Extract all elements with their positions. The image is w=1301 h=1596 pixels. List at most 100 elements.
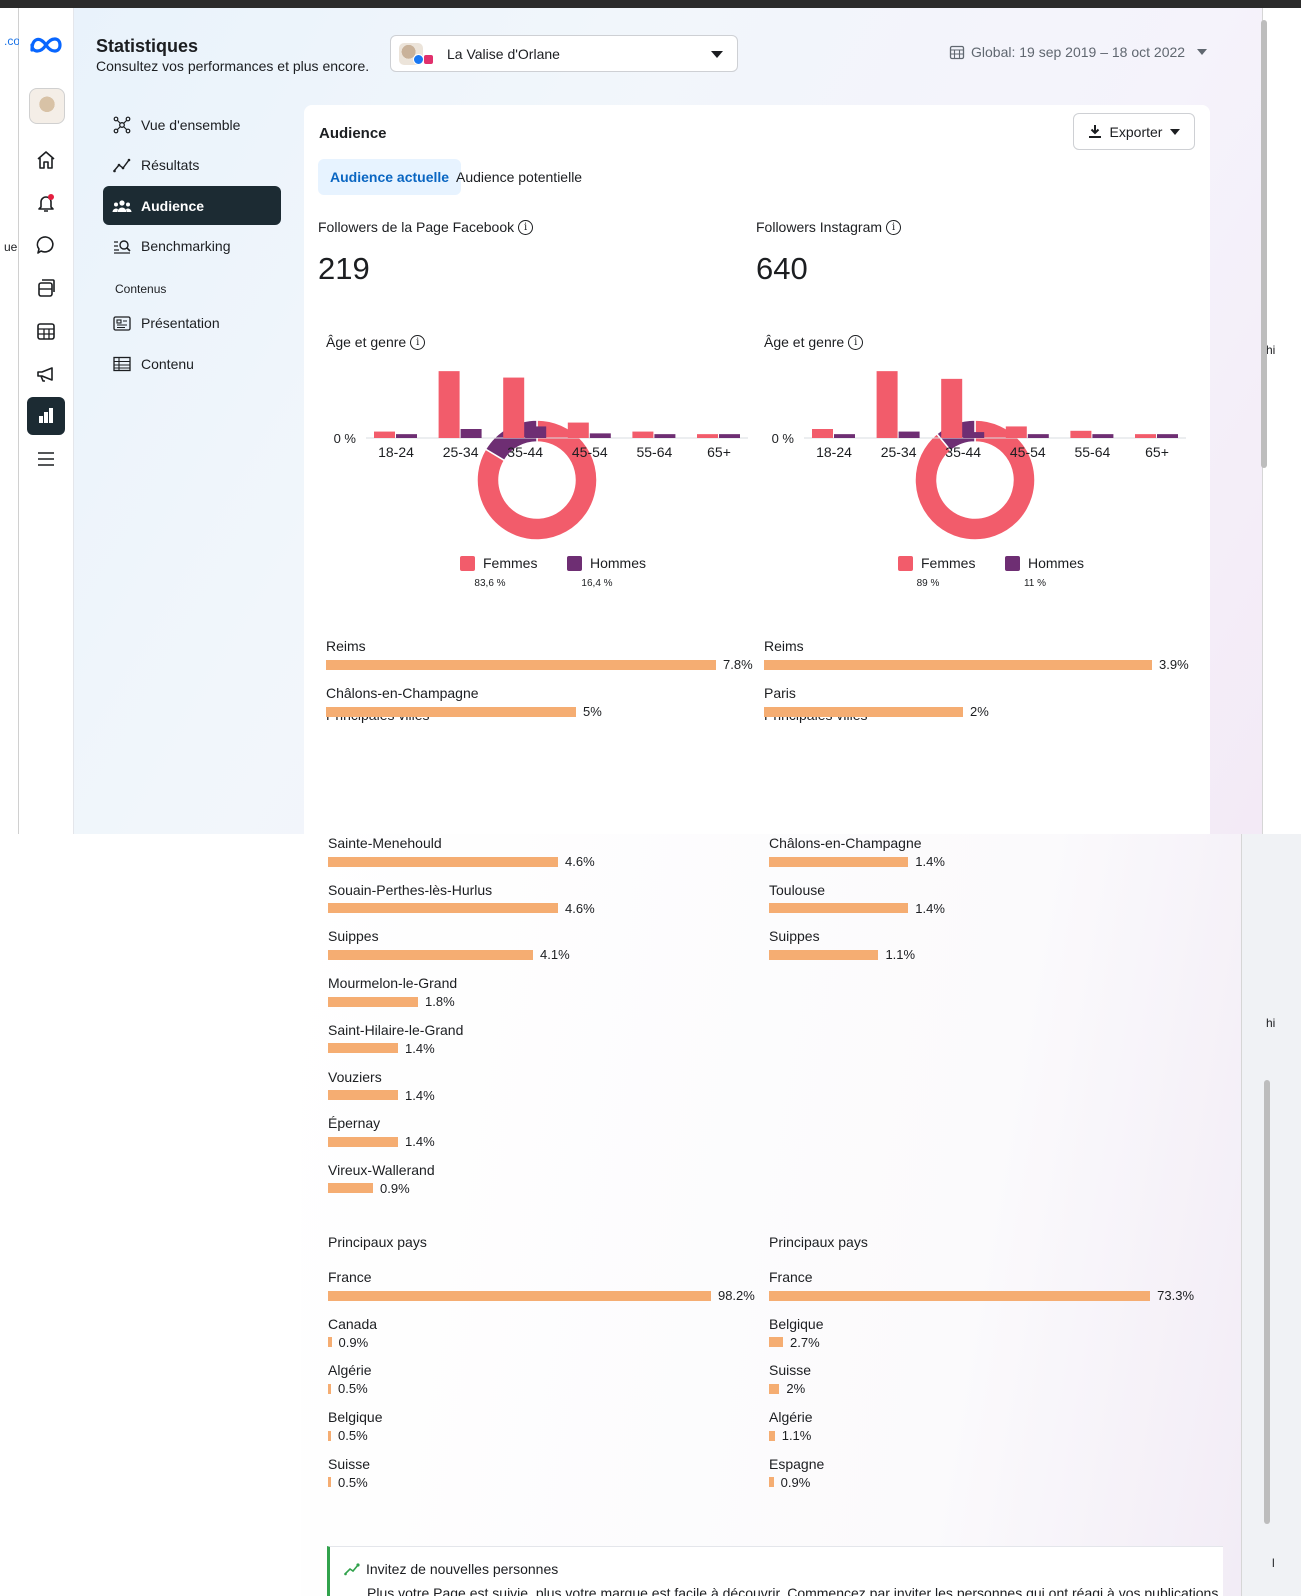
- date-range-picker[interactable]: Global: 19 sep 2019 – 18 oct 2022: [949, 44, 1208, 60]
- age-bar-femmes-65+: [697, 434, 718, 438]
- chevron-down-icon: [1197, 49, 1208, 55]
- age-bar-femmes-35-44: [941, 378, 963, 438]
- bar-value-label: 1.4%: [405, 1040, 435, 1056]
- list-item-label: Souain-Perthes-lès-Hurlus: [328, 881, 493, 898]
- legend-swatch-hommes: [1005, 556, 1020, 571]
- nav-item-benchmarking[interactable]: Benchmarking: [103, 226, 281, 265]
- age-bar-femmes-65+: [1135, 434, 1156, 438]
- bar: [328, 1430, 331, 1441]
- age-bar-hommes-65+: [1157, 434, 1178, 438]
- meta-logo-icon[interactable]: [28, 34, 64, 56]
- nav-item-presentation[interactable]: Présentation: [103, 303, 281, 342]
- list-item: France 73.3%: [769, 1268, 1194, 1303]
- page-selector-dropdown[interactable]: La Valise d'Orlane: [390, 35, 738, 72]
- nav-item-label: Benchmarking: [141, 237, 231, 254]
- bar: [769, 949, 879, 960]
- nav-item-audience[interactable]: Audience: [103, 186, 281, 225]
- invite-title-text: Invitez de nouvelles personnes: [366, 1561, 559, 1577]
- scrollbar[interactable]: [1264, 1080, 1270, 1524]
- home-icon[interactable]: [27, 141, 65, 179]
- age-bar-hommes-45-54: [1027, 434, 1049, 438]
- audience-icon: [111, 195, 133, 217]
- list-item-label: Espagne: [769, 1455, 825, 1472]
- age-bar-hommes-55-64: [654, 434, 676, 438]
- bar-value-label: 0.9%: [380, 1180, 410, 1196]
- age-bar-hommes-35-44: [525, 426, 547, 438]
- info-icon[interactable]: i: [848, 334, 864, 350]
- bar-value-label: 1.4%: [405, 1087, 435, 1103]
- list-item-bar-row: 4.6%: [328, 901, 595, 916]
- facebook-countries-label: Principaux pays: [328, 1234, 427, 1250]
- bar-value-label: 73.3%: [1157, 1288, 1195, 1303]
- age-bar-hommes-65+: [719, 434, 740, 438]
- list-item-bar-row: 2%: [769, 1381, 811, 1396]
- tab-potential-audience[interactable]: Audience potentielle: [444, 159, 594, 195]
- nav-item-results[interactable]: Résultats: [103, 145, 281, 184]
- edge-text-fragment: hi: [1266, 1016, 1276, 1030]
- instagram-followers-label-text: Followers Instagram: [756, 219, 883, 235]
- list-item-label: Canada: [328, 1315, 378, 1332]
- legend-value-hommes: 16,4 %: [581, 578, 612, 589]
- list-item-bar-row: 0.5%: [328, 1475, 370, 1490]
- instagram-countries-label: Principaux pays: [769, 1234, 868, 1250]
- list-item-bar-row: 4.1%: [328, 947, 570, 962]
- nav-item-content[interactable]: Contenu: [103, 344, 281, 383]
- bar-value-label: 4.6%: [565, 900, 595, 916]
- age-bar-femmes-55-64: [1070, 430, 1092, 438]
- page-avatar[interactable]: [29, 88, 65, 124]
- insights-icon[interactable]: [27, 397, 65, 435]
- info-icon[interactable]: i: [886, 219, 902, 235]
- legend-swatch-femmes: [460, 556, 475, 571]
- list-item-bar-row: 1.4%: [328, 1088, 435, 1103]
- list-item-bar-row: 0.5%: [328, 1381, 372, 1396]
- age-bar-femmes-35-44: [503, 377, 525, 438]
- x-tick-label: 35-44: [507, 444, 543, 460]
- megaphone-icon[interactable]: [27, 355, 65, 393]
- menu-icon[interactable]: [27, 440, 65, 478]
- list-item-label: Reims: [326, 638, 366, 654]
- tab-current-audience[interactable]: Audience actuelle: [318, 159, 462, 195]
- list-item-label: Vouziers: [328, 1068, 382, 1085]
- list-item-bar-row: 2%: [764, 704, 989, 719]
- bottom-screenshot: hi l Sainte-Menehould 4.6% Souain-Perthes-…: [0, 834, 1301, 1596]
- list-item-bar-row: 0.9%: [328, 1181, 435, 1196]
- bar-value-label: 7.8%: [723, 657, 753, 672]
- instagram-followers-label: Followers Instagram i: [756, 219, 902, 235]
- bar-value-label: 2%: [970, 704, 989, 719]
- list-item-label: Mourmelon-le-Grand: [328, 975, 458, 992]
- bar-value-label: 3.9%: [1159, 657, 1189, 672]
- bar: [328, 1477, 331, 1488]
- age-bar-femmes-18-24: [812, 429, 833, 438]
- info-icon[interactable]: i: [518, 219, 534, 235]
- list-item-label: Suippes: [769, 928, 820, 945]
- info-icon[interactable]: i: [410, 334, 426, 350]
- instagram-age-gender-chart: 0 % 18-24 25-34 35-44 45-54 55-64 65+ Femmes 89 …: [772, 371, 1186, 589]
- bar-value-label: 4.6%: [565, 854, 595, 869]
- nav-item-overview[interactable]: Vue d'ensemble: [103, 105, 281, 144]
- list-item-label: Reims: [764, 638, 804, 654]
- bar-value-label: 0.5%: [338, 1474, 368, 1490]
- bar-value-label: 0.9%: [338, 1334, 369, 1350]
- x-tick-label: 65+: [1145, 444, 1169, 460]
- scrollbar[interactable]: [1261, 20, 1267, 468]
- list-item-bar-row: 73.3%: [769, 1288, 1194, 1303]
- chat-icon[interactable]: [27, 226, 65, 264]
- growth-icon: [344, 1563, 360, 1576]
- edge-text-fragment: ue: [4, 240, 18, 254]
- planner-icon[interactable]: [27, 312, 65, 350]
- bar-value-label: 1.8%: [425, 994, 455, 1010]
- export-button[interactable]: Exporter: [1073, 113, 1195, 150]
- invite-body: Plus votre Page est suivie, plus votre m…: [367, 1585, 1219, 1596]
- list-item-label: Épernay: [328, 1115, 381, 1132]
- background-window-edge: hi: [1262, 8, 1301, 834]
- bell-icon[interactable]: [27, 184, 65, 222]
- list-item: Suippes 1.1%: [769, 927, 915, 962]
- posts-icon[interactable]: [27, 269, 65, 307]
- list-item: Châlons-en-Champagne 1.4%: [769, 834, 945, 869]
- edge-text-fragment: l: [1272, 1556, 1275, 1570]
- list-item-bar-row: 0.9%: [769, 1475, 824, 1490]
- page-subtitle: Consultez vos performances et plus encor…: [96, 58, 370, 74]
- list-item: Épernay 1.4%: [328, 1114, 435, 1149]
- bar: [769, 1477, 774, 1488]
- legend-swatch-femmes: [898, 556, 913, 571]
